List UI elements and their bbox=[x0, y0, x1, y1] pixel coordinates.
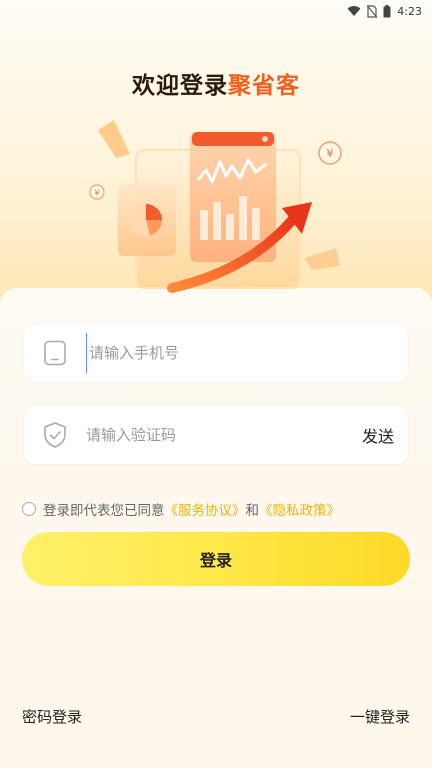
battery-icon bbox=[383, 4, 391, 17]
verification-code-input[interactable] bbox=[86, 415, 362, 455]
login-button[interactable]: 登录 bbox=[22, 532, 410, 586]
agreement-checkbox[interactable] bbox=[22, 502, 36, 516]
one-click-login-link[interactable]: 一键登录 bbox=[350, 706, 410, 727]
send-code-button[interactable]: 发送 bbox=[362, 423, 408, 447]
shield-check-icon bbox=[44, 422, 66, 448]
status-bar: 4:23 bbox=[0, 0, 432, 22]
phone-icon bbox=[44, 340, 66, 366]
privacy-policy-link[interactable]: 《隐私政策》 bbox=[259, 499, 340, 519]
phone-card bbox=[24, 324, 408, 382]
code-card: 发送 bbox=[24, 406, 408, 464]
wifi-icon bbox=[347, 6, 361, 16]
password-login-link[interactable]: 密码登录 bbox=[22, 706, 82, 727]
status-time: 4:23 bbox=[397, 4, 422, 18]
svg-text:¥: ¥ bbox=[327, 147, 334, 160]
page-title: 欢迎登录聚省客 bbox=[0, 66, 432, 100]
phone-icon-wrap bbox=[24, 340, 86, 366]
agreement-prefix: 登录即代表您已同意 bbox=[43, 503, 165, 519]
agreement-row: 登录即代表您已同意 《服务协议》 和 《隐私政策》 bbox=[22, 499, 340, 519]
title-app-name: 聚省客 bbox=[228, 73, 300, 99]
terms-of-service-link[interactable]: 《服务协议》 bbox=[165, 499, 246, 519]
title-welcome: 欢迎登录 bbox=[132, 73, 228, 99]
agreement-and: 和 bbox=[245, 503, 260, 519]
shield-icon-wrap bbox=[24, 421, 86, 449]
no-sim-icon bbox=[367, 4, 378, 18]
phone-input[interactable] bbox=[86, 333, 386, 373]
svg-text:¥: ¥ bbox=[94, 189, 99, 198]
hero-illustration: ¥ ¥ bbox=[89, 120, 342, 293]
